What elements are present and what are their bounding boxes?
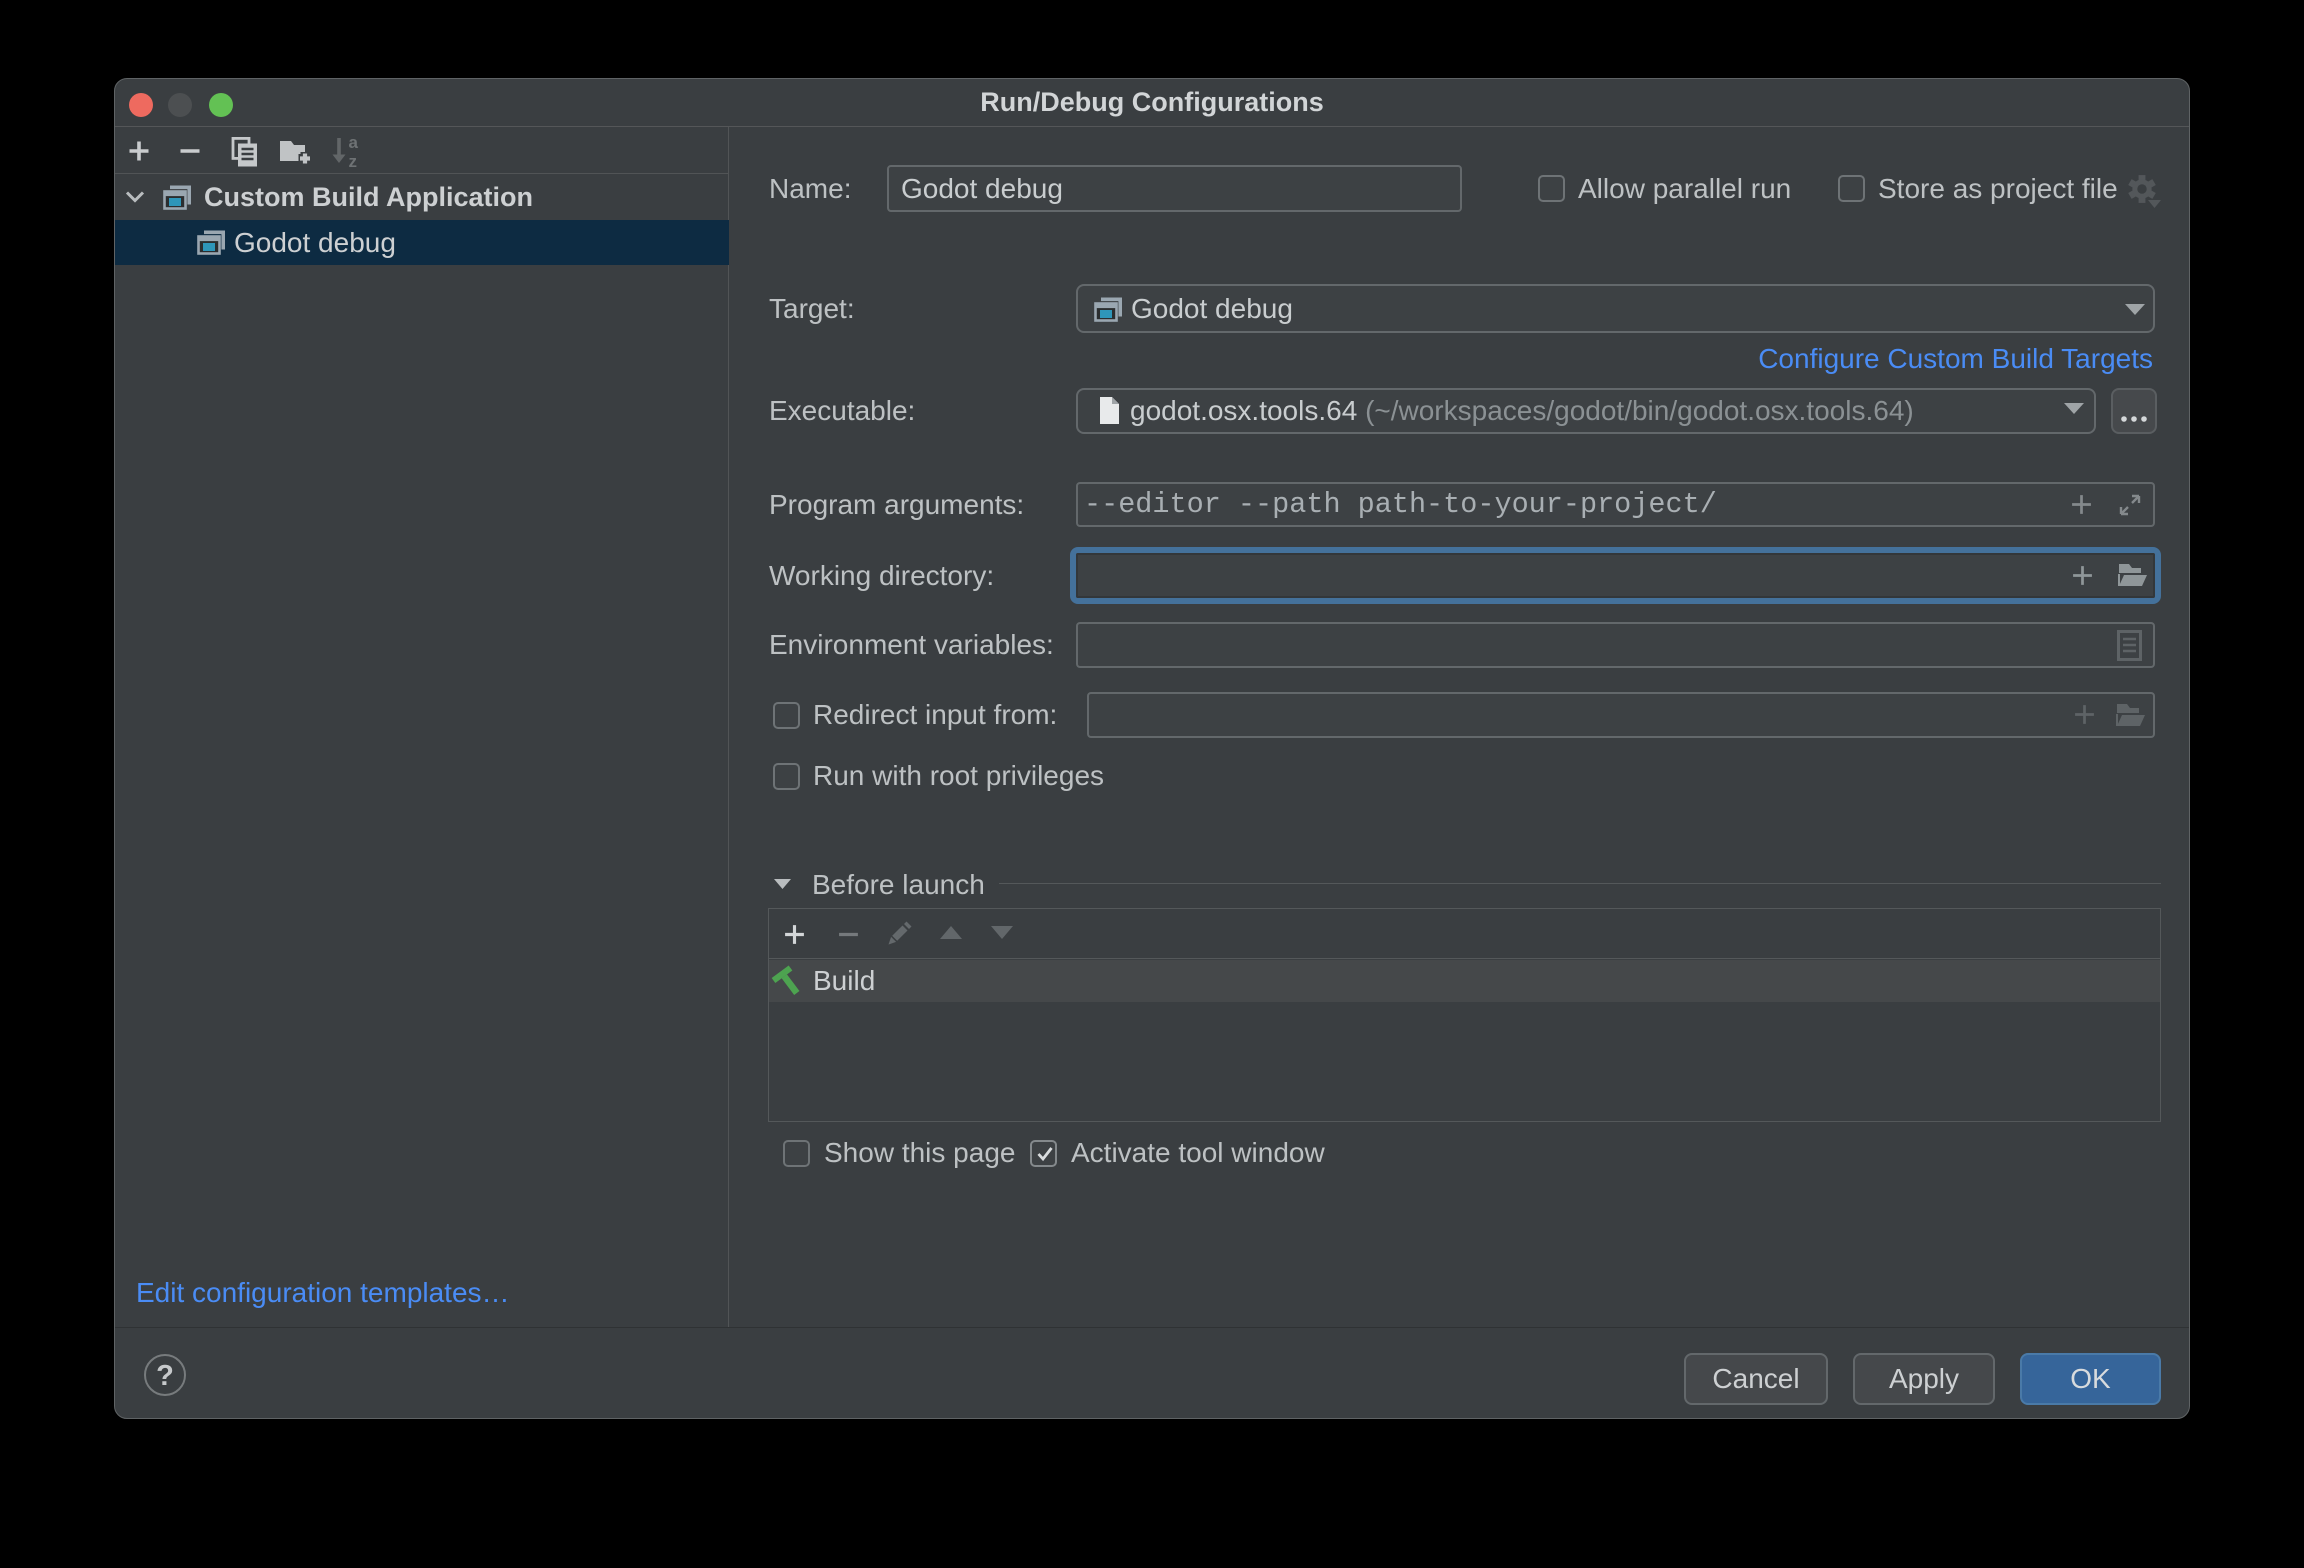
svg-text:z: z [349,152,358,171]
svg-text:a: a [349,133,359,152]
